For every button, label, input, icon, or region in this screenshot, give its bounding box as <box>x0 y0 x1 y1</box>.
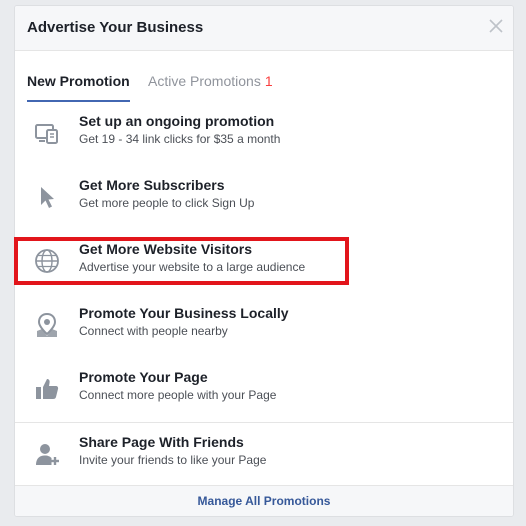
add-friend-icon <box>36 444 59 465</box>
advertise-dialog: Advertise Your Business New Promotion Ac… <box>14 5 514 517</box>
option-subtitle: Advertise your website to a large audien… <box>79 260 306 274</box>
close-icon[interactable] <box>487 17 505 35</box>
option-title: Promote Your Page <box>79 369 208 385</box>
cursor-icon <box>41 187 54 208</box>
option-subtitle: Get more people to click Sign Up <box>79 196 255 210</box>
option-promote-your-page[interactable]: Promote Your Page Connect more people wi… <box>15 359 513 423</box>
computer-icon <box>35 124 58 144</box>
option-title: Get More Website Visitors <box>79 241 252 257</box>
option-subtitle: Connect more people with your Page <box>79 388 277 402</box>
option-subtitle: Connect with people nearby <box>79 324 228 338</box>
section-divider <box>15 422 513 423</box>
tab-active-promotions[interactable]: Active Promotions 1 <box>148 73 273 89</box>
option-get-more-subscribers[interactable]: Get More Subscribers Get more people to … <box>15 167 513 231</box>
option-title: Promote Your Business Locally <box>79 305 289 321</box>
option-promote-business-locally[interactable]: Promote Your Business Locally Connect wi… <box>15 295 513 359</box>
dialog-footer: Manage All Promotions <box>15 485 513 516</box>
option-share-page-with-friends[interactable]: Share Page With Friends Invite your frie… <box>15 424 513 488</box>
option-ongoing-promotion[interactable]: Set up an ongoing promotion Get 19 - 34 … <box>15 103 513 167</box>
thumbs-up-icon <box>36 379 59 399</box>
promotion-tabs: New Promotion Active Promotions 1 <box>15 51 513 103</box>
tab-active-promotions-label: Active Promotions <box>148 73 261 89</box>
location-pin-icon <box>37 312 57 337</box>
dialog-header: Advertise Your Business <box>15 6 513 51</box>
option-subtitle: Invite your friends to like your Page <box>79 453 267 467</box>
option-title: Get More Subscribers <box>79 177 225 193</box>
option-subtitle: Get 19 - 34 link clicks for $35 a month <box>79 132 281 146</box>
active-promotions-count-badge: 1 <box>264 73 273 89</box>
option-title: Set up an ongoing promotion <box>79 113 275 129</box>
globe-icon <box>35 249 59 273</box>
option-get-more-website-visitors[interactable]: Get More Website Visitors Advertise your… <box>15 231 513 295</box>
tab-new-promotion[interactable]: New Promotion <box>27 73 130 89</box>
selected-tab-underline <box>27 100 130 102</box>
dialog-title: Advertise Your Business <box>27 19 204 36</box>
manage-all-promotions-link[interactable]: Manage All Promotions <box>198 494 331 508</box>
option-title: Share Page With Friends <box>79 434 244 450</box>
